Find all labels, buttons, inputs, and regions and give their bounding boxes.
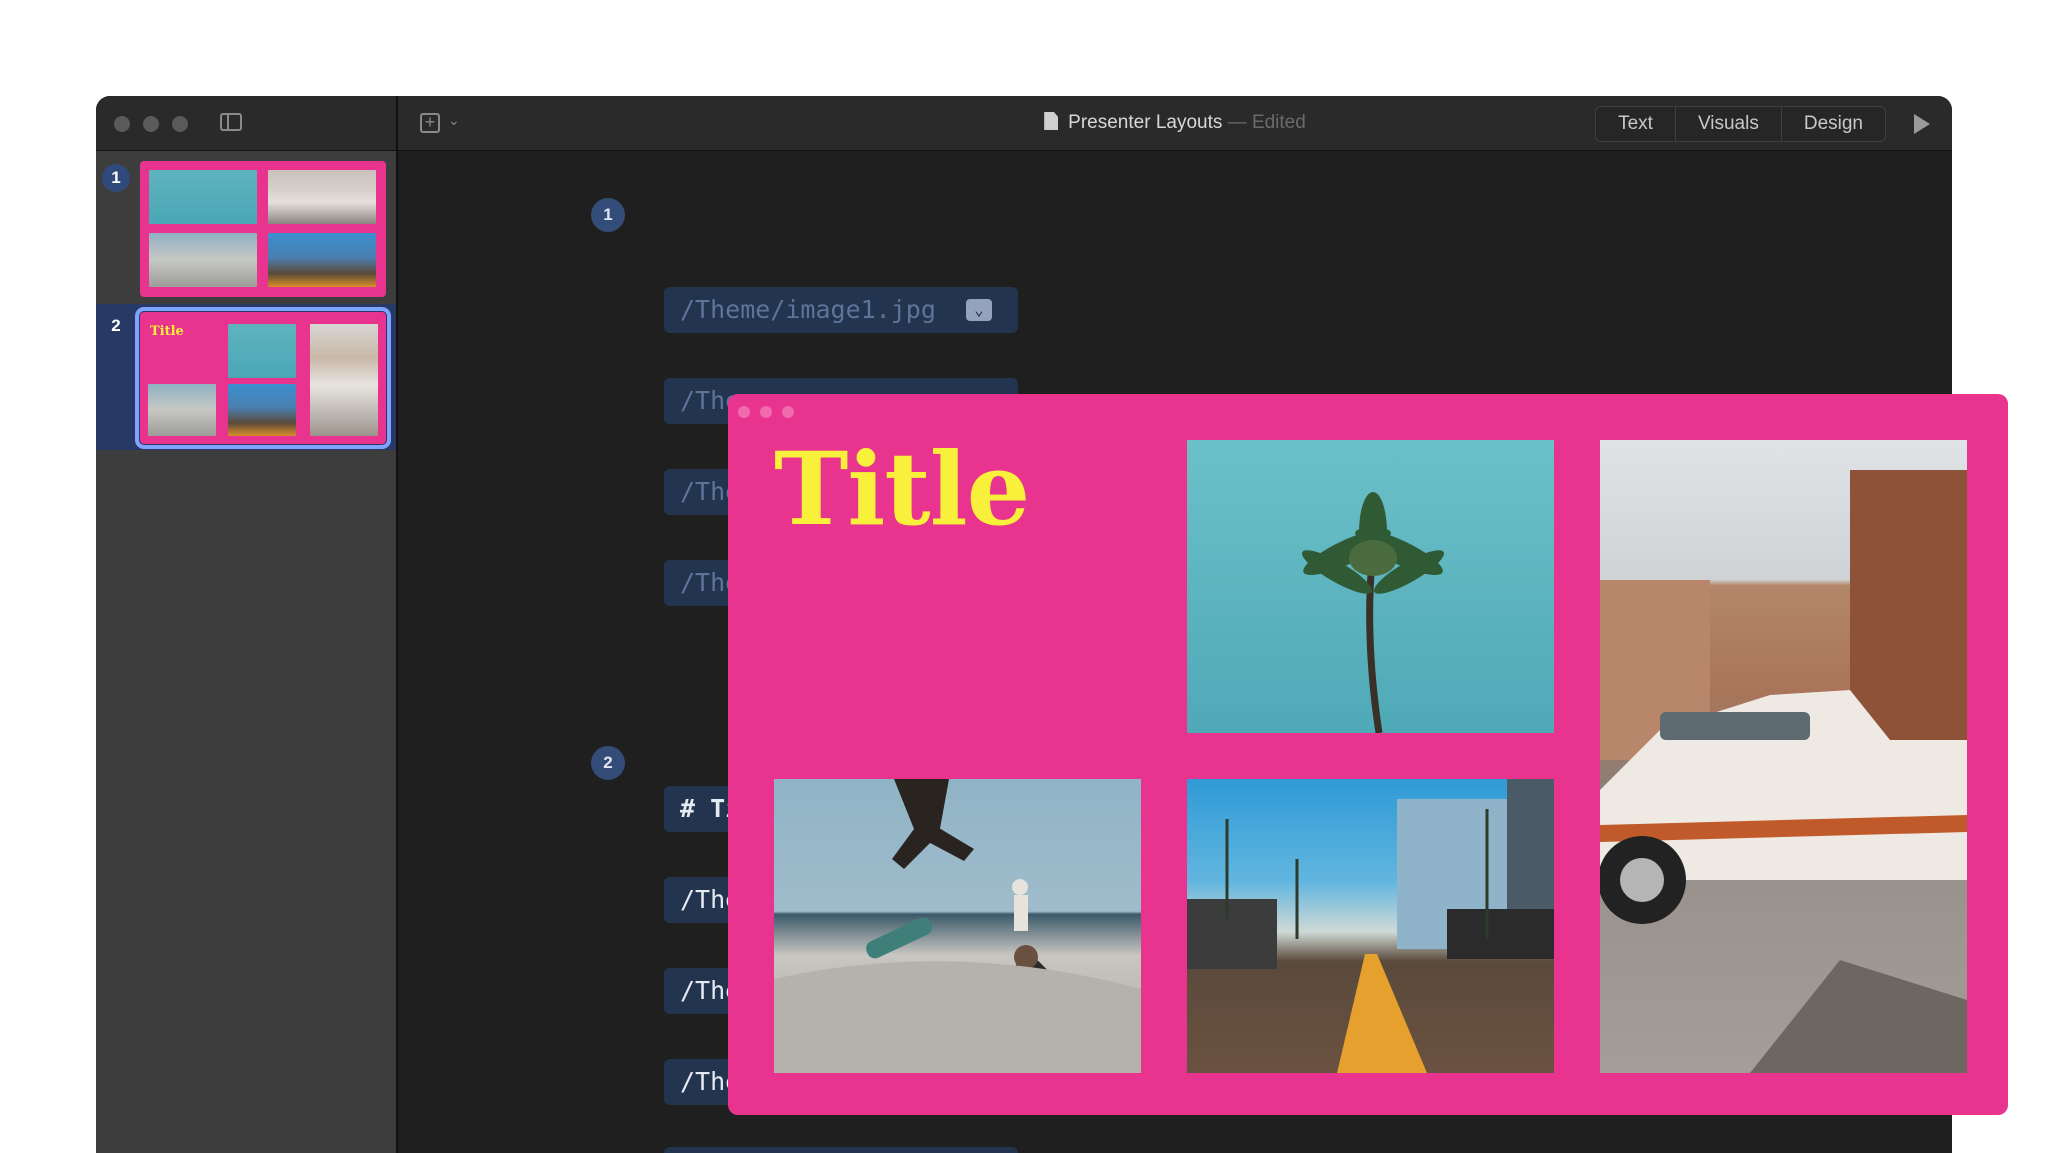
thumb-image-skate bbox=[149, 233, 257, 287]
view-mode-segmented-control: Text Visuals Design bbox=[1595, 106, 1886, 142]
image-path-line-8[interactable] bbox=[664, 1147, 1018, 1153]
slide-number-1: 1 bbox=[102, 164, 130, 192]
thumb-image-street bbox=[228, 384, 296, 436]
play-icon[interactable] bbox=[1914, 114, 1930, 134]
preview-close-button[interactable] bbox=[738, 406, 750, 418]
thumb-image-car bbox=[268, 170, 376, 224]
image-path-line-1[interactable]: /Theme/image1.jpg ⌄ bbox=[664, 287, 1018, 333]
thumb-image-palm bbox=[228, 324, 296, 378]
preview-slide-title: Title bbox=[774, 430, 1030, 548]
slide-number-2: 2 bbox=[111, 316, 121, 335]
preview-image-skate bbox=[774, 779, 1141, 1073]
preview-zoom-button[interactable] bbox=[782, 406, 794, 418]
minimize-window-button[interactable] bbox=[143, 116, 159, 132]
close-window-button[interactable] bbox=[114, 116, 130, 132]
document-name: Presenter Layouts bbox=[1068, 112, 1223, 133]
tab-text[interactable]: Text bbox=[1596, 107, 1676, 141]
sidebar-toggle-icon[interactable] bbox=[220, 113, 242, 131]
thumb-slide-title: Title bbox=[150, 324, 184, 339]
slide-thumbnail-row-1[interactable]: 1 bbox=[96, 156, 396, 297]
slide-thumbnail-2[interactable]: Title bbox=[135, 307, 391, 449]
skater-illustration bbox=[774, 779, 1141, 1073]
document-icon bbox=[1044, 112, 1059, 130]
preview-image-palm bbox=[1187, 440, 1554, 733]
image-path-text: /Theme/image1.jpg bbox=[680, 295, 936, 324]
preview-image-car bbox=[1600, 440, 1967, 1073]
chevron-down-icon[interactable]: ⌄ bbox=[966, 299, 992, 321]
tab-design[interactable]: Design bbox=[1782, 107, 1885, 141]
edited-status: Edited bbox=[1251, 112, 1306, 133]
tab-visuals[interactable]: Visuals bbox=[1676, 107, 1782, 141]
street-illustration bbox=[1187, 779, 1554, 1073]
sidebar-titlebar bbox=[96, 96, 396, 151]
slide-navigator: 1 2 Title bbox=[96, 96, 398, 1153]
preview-image-street bbox=[1187, 779, 1554, 1073]
car-illustration bbox=[1600, 470, 1967, 1073]
slide-preview-window: Title bbox=[728, 394, 2008, 1115]
slide-marker-2[interactable]: 2 bbox=[591, 746, 625, 780]
thumb-image-car bbox=[310, 324, 378, 436]
thumb-image-palm bbox=[149, 170, 257, 224]
slide-thumbnail-row-2[interactable]: 2 Title bbox=[96, 304, 396, 450]
thumb-image-skate bbox=[148, 384, 216, 436]
thumb-image-street bbox=[268, 233, 376, 287]
title-separator: — bbox=[1227, 112, 1247, 133]
palm-tree-illustration bbox=[1302, 492, 1444, 733]
editor-toolbar: + ⌄ Presenter Layouts — Edited Text Visu… bbox=[398, 96, 1952, 151]
preview-minimize-button[interactable] bbox=[760, 406, 772, 418]
slide-thumbnail-1[interactable] bbox=[140, 161, 386, 297]
slide-marker-1[interactable]: 1 bbox=[591, 198, 625, 232]
zoom-window-button[interactable] bbox=[172, 116, 188, 132]
